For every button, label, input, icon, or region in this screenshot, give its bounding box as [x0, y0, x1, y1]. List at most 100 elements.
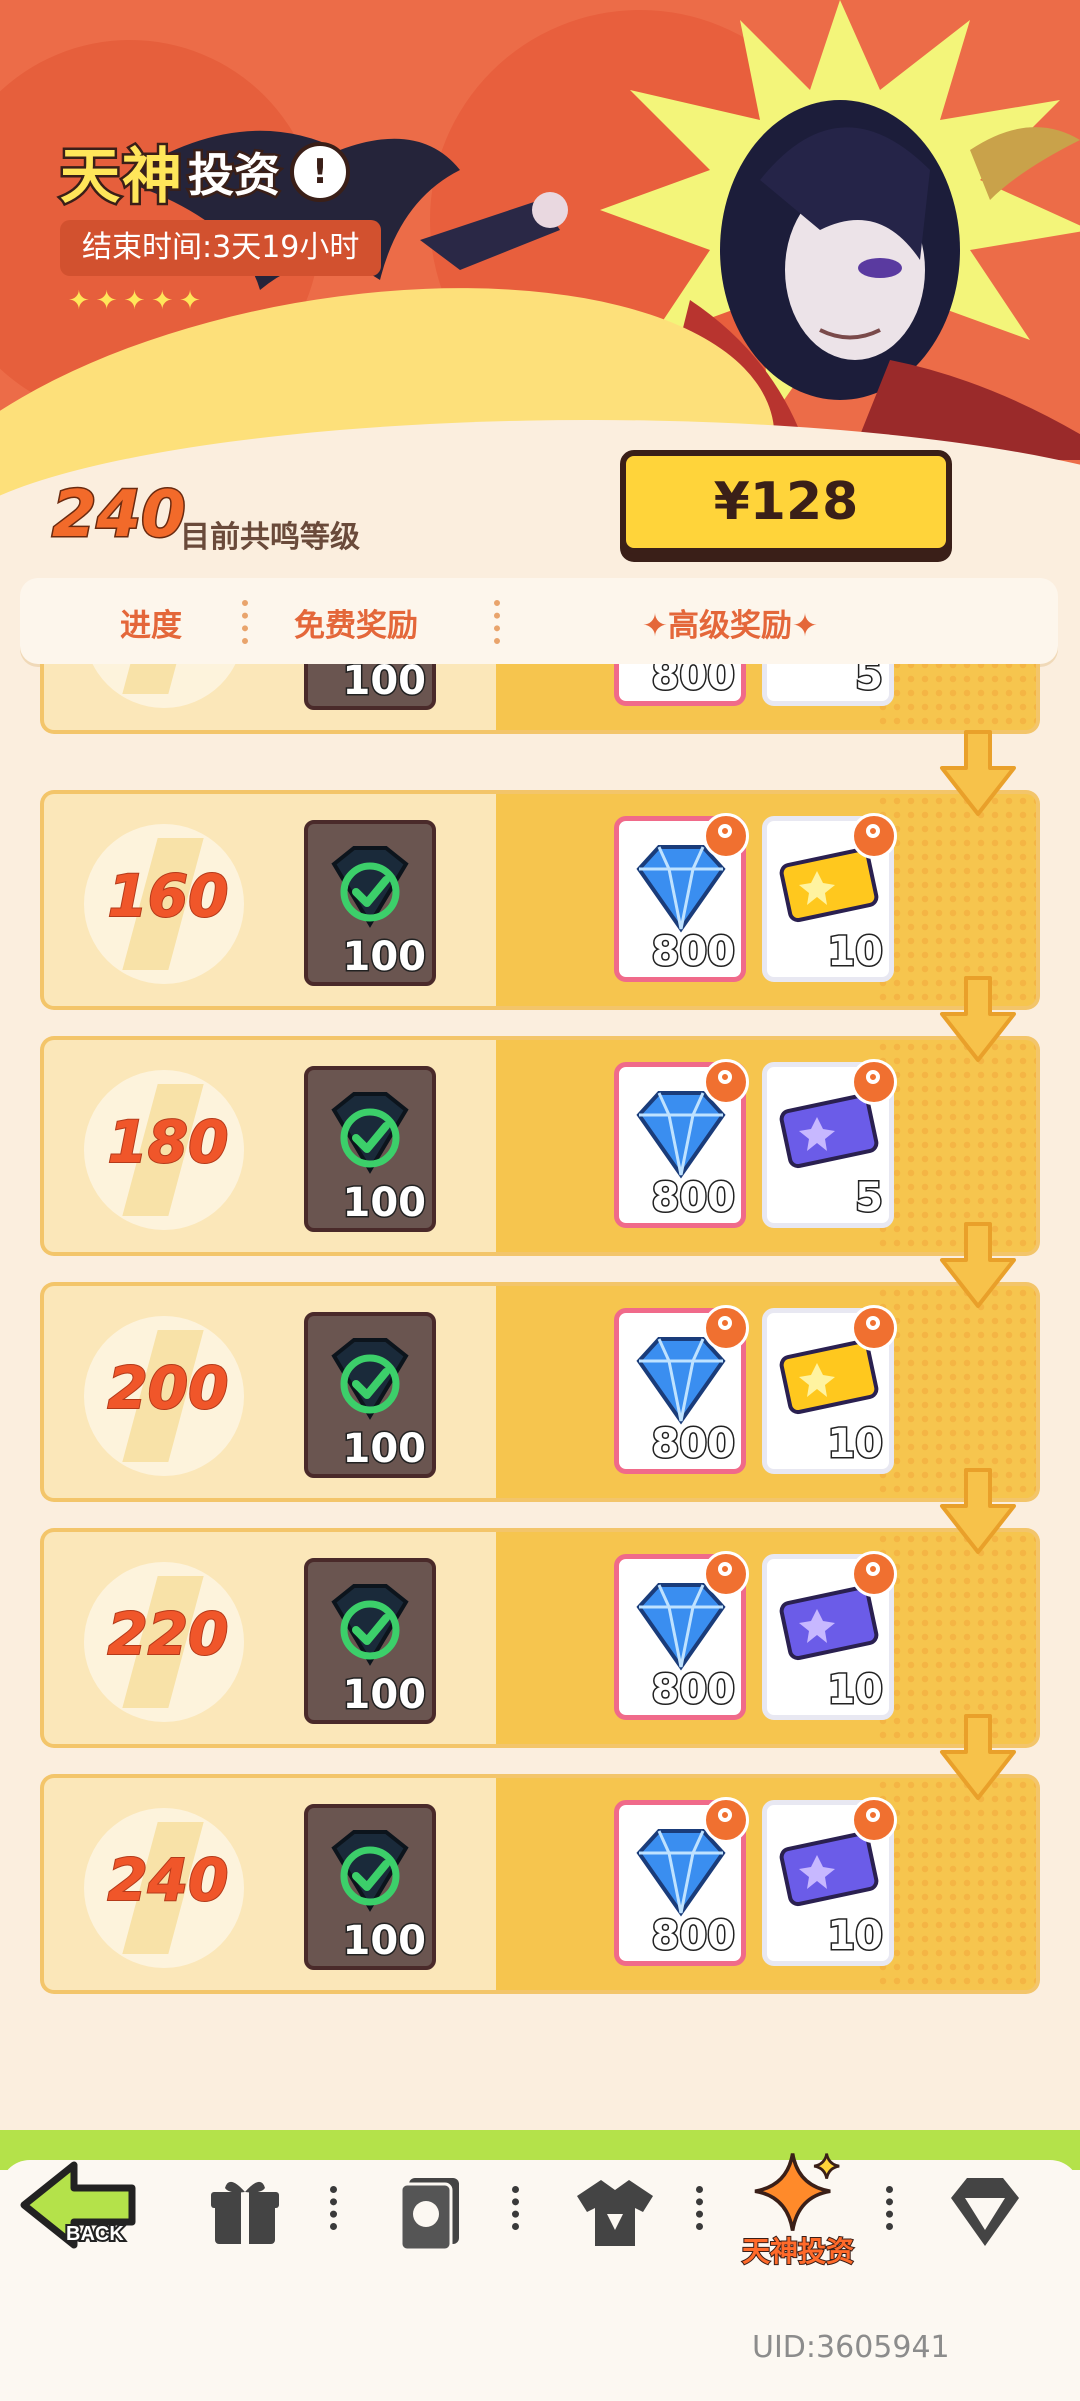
premium-ticket-card[interactable]: 10 [762, 1551, 897, 1720]
ticket-qty: 10 [826, 928, 885, 977]
free-reward-card[interactable]: 100 [304, 664, 436, 710]
claimed-check-icon [331, 1584, 409, 1666]
premium-ticket-card[interactable]: 5 [762, 664, 894, 706]
column-free-reward: 免费奖励 [294, 608, 418, 644]
user-id: UID:3605941 [752, 2330, 950, 2365]
premium-ticket-card[interactable]: 10 [762, 1797, 897, 1966]
diamond-icon [951, 2178, 1019, 2246]
diamond-qty: 800 [650, 1666, 736, 1715]
event-title-part1: 天神 [58, 140, 185, 215]
event-timer: 结束时间:3天19小时 [60, 220, 382, 276]
free-reward-card[interactable]: 100 [304, 1066, 436, 1232]
premium-diamond-card[interactable]: 800 [614, 1305, 749, 1474]
claimed-check-icon [331, 1830, 409, 1912]
reward-row-free-area: 160 100 [40, 790, 510, 1010]
column-divider [494, 600, 506, 644]
lock-icon [851, 1059, 897, 1105]
lock-icon [703, 1059, 749, 1105]
reward-row: 200 100 800 10 [40, 1222, 1040, 1502]
reward-row: 180 100 800 5 [40, 976, 1040, 1256]
back-button[interactable]: BACK [14, 2150, 144, 2260]
diamond-qty: 800 [650, 1420, 736, 1469]
lock-icon [851, 1551, 897, 1597]
lock-icon [703, 1551, 749, 1597]
premium-diamond-card[interactable]: 800 [614, 813, 749, 982]
free-reward-qty: 100 [341, 1917, 427, 1966]
column-divider [242, 600, 254, 644]
event-title: 天神 投资 ! [58, 128, 350, 215]
free-reward-card[interactable]: 100 [304, 1804, 436, 1970]
free-reward-qty: 100 [341, 1179, 427, 1228]
card-icon [399, 2178, 459, 2252]
claimed-check-icon [331, 1092, 409, 1174]
free-reward-card[interactable]: 100 [304, 820, 436, 986]
premium-diamond-card[interactable]: 800 [614, 1797, 749, 1966]
lock-icon [851, 1797, 897, 1843]
premium-ticket-card[interactable]: 5 [762, 1059, 897, 1228]
current-level-value: 240 [51, 477, 188, 554]
diamond-qty: 800 [650, 928, 736, 977]
premium-diamond-card[interactable]: 800 [614, 664, 746, 706]
premium-diamond-card[interactable]: 800 [614, 1551, 749, 1720]
row-level: 220 [106, 1599, 229, 1669]
nav-divider [886, 2186, 901, 2230]
reward-row-free-area: 140 100 [40, 664, 510, 734]
arrow-down-icon [940, 976, 1016, 1062]
reward-row: 140 100 800 [40, 664, 1040, 734]
nav-gift[interactable] [190, 2170, 300, 2290]
level-badge [84, 664, 244, 708]
info-icon[interactable]: ! [290, 141, 350, 202]
reward-row: 240 100 800 10 [40, 1714, 1040, 1994]
column-premium-reward: ✦高级奖励✦ [642, 608, 818, 644]
nav-divider [696, 2186, 711, 2230]
free-reward-qty: 100 [341, 664, 427, 706]
nav-diamond[interactable] [930, 2170, 1040, 2290]
ticket-qty: 10 [826, 1912, 885, 1961]
nav-cards[interactable] [378, 2170, 488, 2290]
ticket-qty: 5 [854, 1174, 885, 1223]
sparkle-icons: ✦✦✦✦✦ [68, 286, 207, 316]
reward-row-free-area: 220 100 [40, 1528, 510, 1748]
lock-icon [851, 813, 897, 859]
reward-list[interactable]: 140 100 800 [0, 664, 1080, 2124]
lock-icon [703, 1797, 749, 1843]
reward-row-free-area: 200 100 [40, 1282, 510, 1502]
premium-ticket-card[interactable]: 10 [762, 1305, 897, 1474]
arrow-down-icon [940, 730, 1016, 816]
sparkle-icon [754, 2153, 840, 2231]
nav-divider [512, 2186, 527, 2230]
nav-active-label: 天神投资 [741, 2234, 855, 2269]
ticket-qty: 5 [854, 664, 885, 701]
free-reward-card[interactable]: 100 [304, 1558, 436, 1724]
free-reward-card[interactable]: 100 [304, 1312, 436, 1478]
free-reward-qty: 100 [341, 1425, 427, 1474]
event-title-part2: 投资 [186, 145, 283, 204]
column-progress: 进度 [120, 608, 182, 644]
current-level-label: 目前共鸣等级 [180, 520, 360, 555]
lock-icon [851, 1305, 897, 1351]
row-level: 200 [106, 1353, 229, 1423]
shirt-icon [577, 2180, 653, 2246]
row-level: 180 [106, 1107, 229, 1177]
arrow-down-icon [940, 1222, 1016, 1308]
free-reward-qty: 100 [341, 933, 427, 982]
reward-row: 160 100 800 10 [40, 730, 1040, 1010]
ticket-qty: 10 [826, 1420, 885, 1469]
reward-row-free-area: 180 100 [40, 1036, 510, 1256]
nav-investment-active[interactable]: 天神投资 [728, 2150, 868, 2270]
diamond-qty: 800 [650, 1912, 736, 1961]
diamond-qty: 800 [650, 1174, 736, 1223]
arrow-down-icon [940, 1468, 1016, 1554]
row-level: 240 [106, 1845, 229, 1915]
nav-outfit[interactable] [560, 2170, 670, 2290]
ticket-qty: 10 [826, 1666, 885, 1715]
premium-diamond-card[interactable]: 800 [614, 1059, 749, 1228]
claimed-check-icon [331, 846, 409, 928]
purchase-button[interactable]: ¥128 [620, 450, 952, 554]
reward-column-header: 进度 免费奖励 ✦高级奖励✦ [20, 578, 1058, 664]
premium-ticket-card[interactable]: 10 [762, 813, 897, 982]
nav-decor [0, 2160, 1080, 2200]
back-label: BACK [66, 2223, 124, 2245]
gift-icon [211, 2181, 279, 2244]
lock-icon [703, 813, 749, 859]
